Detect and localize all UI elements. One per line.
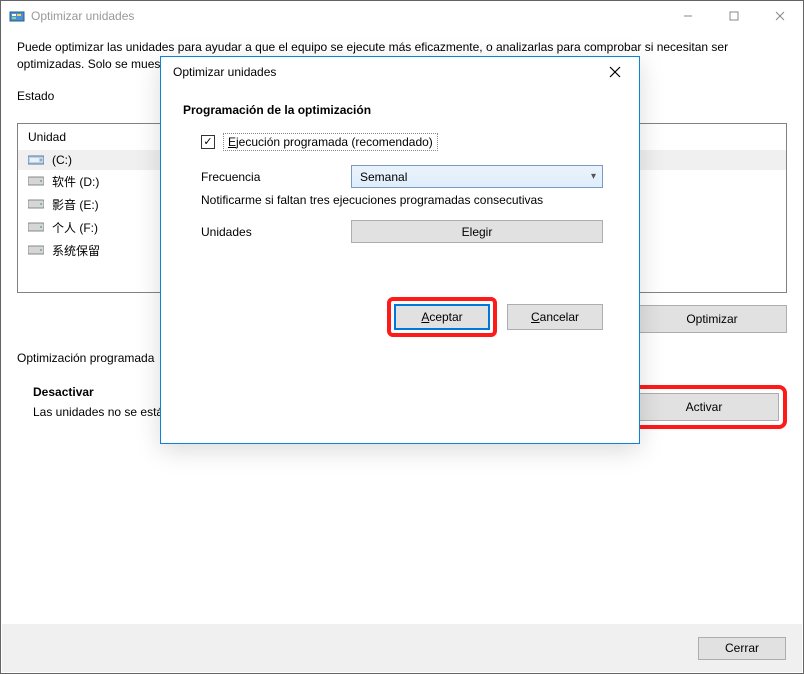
titlebar: Optimizar unidades <box>1 1 803 31</box>
frequency-label: Frecuencia <box>201 170 351 184</box>
accept-label: Aceptar <box>421 310 462 324</box>
frequency-select[interactable]: Semanal ▾ <box>351 165 603 188</box>
activate-highlight: Activar <box>621 385 787 429</box>
activate-button[interactable]: Activar <box>629 393 779 421</box>
cancel-label: Cancelar <box>531 310 579 324</box>
choose-drives-button[interactable]: Elegir <box>351 220 603 243</box>
activate-button-label: Activar <box>686 400 723 414</box>
cancel-button[interactable]: Cancelar <box>507 304 603 330</box>
dialog-title: Optimizar unidades <box>173 65 595 79</box>
dialog-titlebar: Optimizar unidades <box>161 57 639 87</box>
notify-label: Notificarme si faltan tres ejecuciones p… <box>201 192 543 208</box>
schedule-dialog: Optimizar unidades Programación de la op… <box>160 56 640 444</box>
estado-label: Estado <box>17 89 54 105</box>
optimize-button[interactable]: Optimizar <box>637 305 787 333</box>
close-window-button[interactable]: Cerrar <box>698 637 786 660</box>
disk-icon <box>28 244 44 256</box>
close-button-label: Cerrar <box>725 641 759 655</box>
run-scheduled-row: Ejecución programada (recomendado) <box>183 133 617 151</box>
close-icon <box>609 66 621 78</box>
bottom-bar: Cerrar <box>2 624 802 672</box>
notify-row: Notificarme si faltan tres ejecuciones p… <box>201 192 617 208</box>
disk-icon <box>28 154 44 166</box>
drive-label: 个人 (F:) <box>52 219 98 236</box>
run-scheduled-label: Ejecución programada (recomendado) <box>223 133 438 151</box>
dialog-close-button[interactable] <box>595 58 635 86</box>
optimize-button-label: Optimizar <box>686 312 737 326</box>
disk-icon <box>28 175 44 187</box>
window-controls <box>665 1 803 31</box>
drive-label: 系统保留 <box>52 242 100 259</box>
dialog-body: Programación de la optimización Ejecució… <box>161 87 639 347</box>
chevron-down-icon: ▾ <box>591 171 596 182</box>
drive-label: 软件 (D:) <box>52 173 99 190</box>
minimize-button[interactable] <box>665 1 711 31</box>
window-title: Optimizar unidades <box>31 9 665 23</box>
run-scheduled-checkbox[interactable] <box>201 135 215 149</box>
dialog-heading: Programación de la optimización <box>183 103 617 117</box>
drive-label: (C:) <box>52 153 72 167</box>
dialog-buttons: Aceptar Cancelar <box>183 285 617 337</box>
drive-label: 影音 (E:) <box>52 196 99 213</box>
disk-icon <box>28 221 44 233</box>
maximize-button[interactable] <box>711 1 757 31</box>
accept-button[interactable]: Aceptar <box>394 304 490 330</box>
defrag-icon <box>9 8 25 24</box>
frequency-value: Semanal <box>360 170 407 184</box>
drives-label: Unidades <box>201 225 351 239</box>
choose-button-label: Elegir <box>462 225 493 239</box>
sched-label: Optimización programada <box>17 351 154 367</box>
disk-icon <box>28 198 44 210</box>
close-button[interactable] <box>757 1 803 31</box>
accept-highlight: Aceptar <box>387 297 497 337</box>
